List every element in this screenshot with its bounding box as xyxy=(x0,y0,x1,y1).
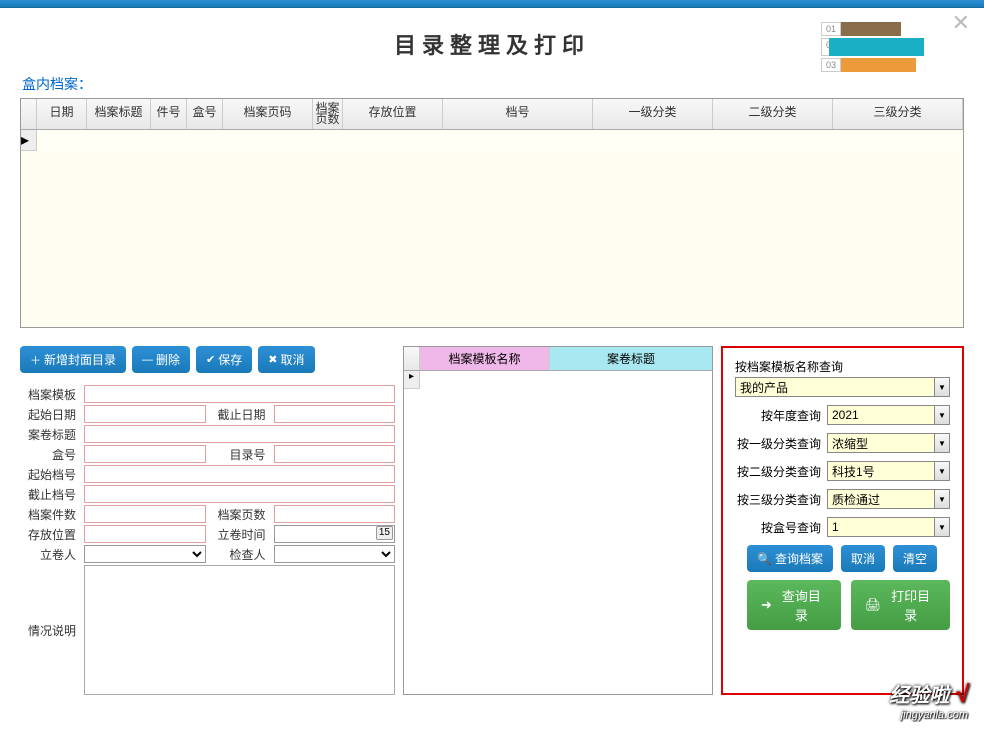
label-query-l3: 按三级分类查询 xyxy=(735,491,821,508)
input-start-file[interactable] xyxy=(84,465,395,483)
chevron-down-icon[interactable]: ▼ xyxy=(934,461,950,481)
input-query-year[interactable] xyxy=(827,405,950,425)
chevron-down-icon[interactable]: ▼ xyxy=(934,377,950,397)
search-archive-button[interactable]: 🔍查询档案 xyxy=(747,545,833,572)
label-remark: 情况说明 xyxy=(20,622,80,639)
col-location: 存放位置 xyxy=(343,99,443,129)
label-query-year: 按年度查询 xyxy=(735,407,821,424)
label-start-file: 起始档号 xyxy=(20,466,80,483)
input-file-count[interactable] xyxy=(84,505,206,523)
check-mark-icon: √ xyxy=(955,681,968,708)
label-template: 档案模板 xyxy=(20,386,80,403)
label-roll-time: 立卷时间 xyxy=(210,526,270,543)
textarea-remark[interactable] xyxy=(84,565,395,695)
input-query-l3[interactable] xyxy=(827,489,950,509)
header: 目录整理及打印 01 02 03 xyxy=(0,8,984,70)
label-check-person: 检查人 xyxy=(210,546,270,563)
save-button[interactable]: ✔保存 xyxy=(196,346,252,373)
input-query-l2[interactable] xyxy=(827,461,950,481)
archive-grid[interactable]: 日期 档案标题 件号 盒号 档案页码 档案页数 存放位置 档号 一级分类 二级分… xyxy=(20,98,964,328)
col-l3: 三级分类 xyxy=(833,99,963,129)
template-grid[interactable]: 档案模板名称 案卷标题 ▸ xyxy=(403,346,713,695)
clear-button[interactable]: 清空 xyxy=(893,545,937,572)
query-cancel-button[interactable]: 取消 xyxy=(841,545,885,572)
col-box-no: 盒号 xyxy=(187,99,223,129)
input-query-template[interactable] xyxy=(735,377,950,397)
input-title[interactable] xyxy=(84,425,395,443)
col-item-no: 件号 xyxy=(151,99,187,129)
label-box-no: 盒号 xyxy=(20,446,80,463)
x-icon: ✖ xyxy=(268,353,277,366)
query-panel: 按档案模板名称查询 ▼ 按年度查询 ▼ 按一级分类查询 ▼ 按二级分类查询 xyxy=(721,346,964,695)
input-box-no[interactable] xyxy=(84,445,206,463)
col-title: 档案标题 xyxy=(87,99,151,129)
input-end-file[interactable] xyxy=(84,485,395,503)
label-location: 存放位置 xyxy=(20,526,80,543)
chevron-down-icon[interactable]: ▼ xyxy=(934,517,950,537)
label-end-date: 截止日期 xyxy=(210,406,270,423)
input-end-date[interactable] xyxy=(274,405,396,423)
chevron-down-icon[interactable]: ▼ xyxy=(934,405,950,425)
input-page-count[interactable] xyxy=(274,505,396,523)
row-indicator: ▸ xyxy=(21,130,37,151)
col-page-code: 档案页码 xyxy=(223,99,313,129)
minus-icon: — xyxy=(142,354,153,366)
label-query-template: 按档案模板名称查询 xyxy=(735,358,950,375)
col-l2: 二级分类 xyxy=(713,99,833,129)
chevron-down-icon[interactable]: ▼ xyxy=(934,433,950,453)
calendar-icon[interactable]: 15 xyxy=(376,526,393,540)
search-icon: 🔍 xyxy=(757,552,772,566)
label-file-count: 档案件数 xyxy=(20,506,80,523)
input-catalog-no[interactable] xyxy=(274,445,396,463)
mid-col-template-name: 档案模板名称 xyxy=(420,347,550,370)
label-query-l1: 按一级分类查询 xyxy=(735,435,821,452)
label-query-box: 按盒号查询 xyxy=(735,519,821,536)
form-panel: ＋新增封面目录 —删除 ✔保存 ✖取消 档案模板 起始日期 截止日期 案卷标题 … xyxy=(20,346,395,695)
delete-button[interactable]: —删除 xyxy=(132,346,190,373)
chevron-down-icon[interactable]: ▼ xyxy=(934,489,950,509)
decorative-badges: 01 02 03 xyxy=(821,22,924,74)
check-icon: ✔ xyxy=(206,353,215,366)
label-start-date: 起始日期 xyxy=(20,406,80,423)
label-roll-person: 立卷人 xyxy=(20,546,80,563)
label-catalog-no: 目录号 xyxy=(210,446,270,463)
mid-col-title: 案卷标题 xyxy=(550,347,712,370)
input-template[interactable] xyxy=(84,385,395,403)
label-page-count: 档案页数 xyxy=(210,506,270,523)
grid-header-row: 日期 档案标题 件号 盒号 档案页码 档案页数 存放位置 档号 一级分类 二级分… xyxy=(21,99,963,130)
toolbar: ＋新增封面目录 —删除 ✔保存 ✖取消 xyxy=(20,346,395,373)
cancel-button[interactable]: ✖取消 xyxy=(258,346,314,373)
label-query-l2: 按二级分类查询 xyxy=(735,463,821,480)
col-page-count: 档案页数 xyxy=(313,99,343,129)
select-roll-person[interactable] xyxy=(84,545,206,563)
mid-row-indicator: ▸ xyxy=(404,371,420,389)
title-bar xyxy=(0,0,984,8)
label-end-file: 截止档号 xyxy=(20,486,80,503)
label-title: 案卷标题 xyxy=(20,426,80,443)
select-check-person[interactable] xyxy=(274,545,396,563)
arrow-right-icon: ➜ xyxy=(761,597,772,613)
col-file-no: 档号 xyxy=(443,99,593,129)
input-query-box[interactable] xyxy=(827,517,950,537)
input-location[interactable] xyxy=(84,525,206,543)
query-directory-button[interactable]: ➜查询目录 xyxy=(747,580,841,630)
add-cover-button[interactable]: ＋新增封面目录 xyxy=(20,346,126,373)
print-directory-button[interactable]: 🖨打印目录 xyxy=(851,580,950,630)
section-label: 盒内档案： xyxy=(22,74,984,94)
printer-icon: 🖨 xyxy=(865,597,882,613)
col-l1: 一级分类 xyxy=(593,99,713,129)
col-date: 日期 xyxy=(37,99,87,129)
input-start-date[interactable] xyxy=(84,405,206,423)
plus-icon: ＋ xyxy=(30,352,41,368)
watermark: 经验啦 √ jingyanla.com xyxy=(889,679,968,721)
input-query-l1[interactable] xyxy=(827,433,950,453)
